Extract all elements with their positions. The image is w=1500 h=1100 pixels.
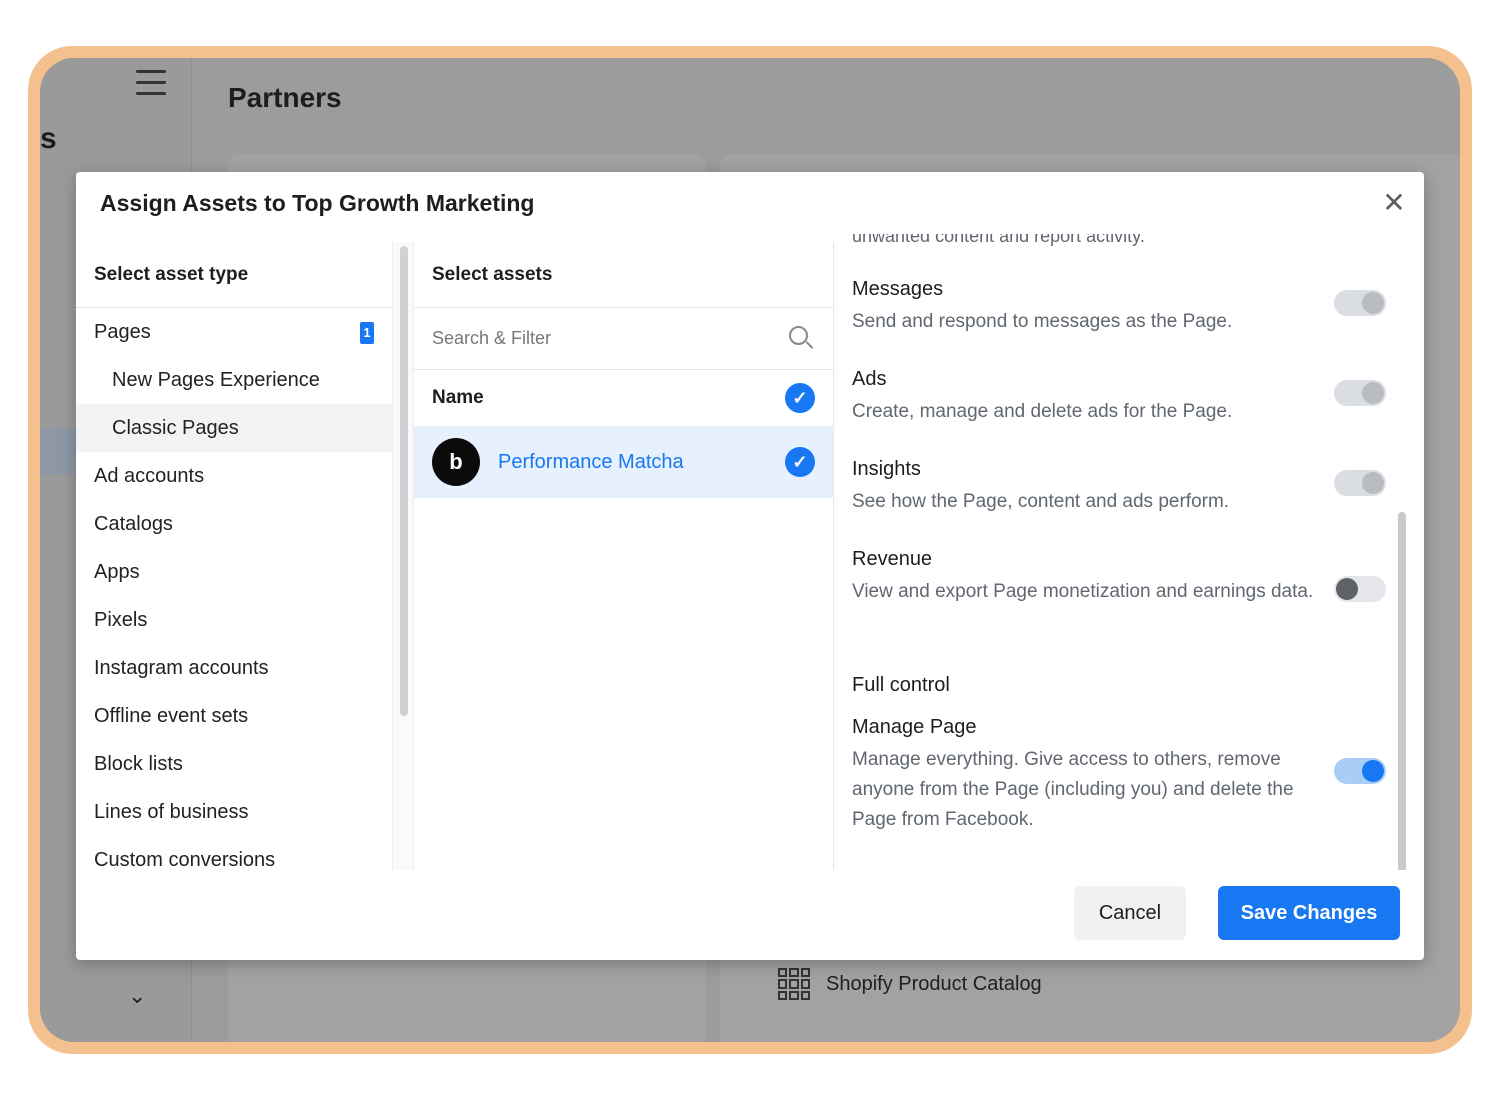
cut-off-description: unwanted content and report activity. [852, 234, 1145, 246]
dialog-footer: Cancel Save Changes [76, 870, 1424, 960]
asset-type-label: Pages [94, 320, 151, 343]
permission-title: Revenue [852, 548, 933, 570]
asset-type-header: Select asset type [76, 242, 392, 308]
asset-type-offline-event-sets[interactable]: Offline event sets [76, 692, 392, 740]
asset-type-scrollbar[interactable] [392, 242, 414, 870]
permissions-scrollbar[interactable] [1398, 512, 1406, 870]
chevron-down-icon[interactable]: ⌄ [128, 983, 146, 1009]
search-icon[interactable] [789, 325, 815, 352]
asset-type-label: Custom conversions [94, 848, 276, 871]
asset-type-label: Pixels [94, 608, 148, 631]
hamburger-menu-icon[interactable] [136, 70, 166, 96]
name-header-label: Name [432, 387, 484, 408]
close-icon[interactable]: ✕ [1380, 189, 1408, 218]
asset-type-new-pages-experience[interactable]: New Pages Experience [76, 356, 392, 404]
name-column-header: Name ✓ [414, 370, 833, 426]
full-control-section-label: Full control [852, 674, 950, 696]
catalog-name: Shopify Product Catalog [826, 972, 1042, 995]
scrollbar-thumb[interactable] [400, 246, 408, 716]
permission-description: Manage everything. Give access to others… [852, 749, 1294, 830]
asset-type-lines-of-business[interactable]: Lines of business [76, 788, 392, 836]
assign-assets-dialog: Assign Assets to Top Growth Marketing ✕ … [76, 172, 1424, 960]
dialog-title: Assign Assets to Top Growth Marketing [100, 190, 535, 216]
revenue-toggle[interactable] [1334, 576, 1386, 602]
permission-title: Ads [852, 368, 887, 390]
manage-page-toggle[interactable] [1334, 758, 1386, 784]
page-avatar: b [432, 438, 480, 486]
page-title: Partners [228, 82, 342, 113]
asset-type-classic-pages[interactable]: Classic Pages [76, 404, 392, 452]
search-filter-row [414, 308, 833, 370]
asset-type-catalogs[interactable]: Catalogs [76, 500, 392, 548]
asset-row[interactable]: b Performance Matcha ✓ [414, 426, 833, 498]
asset-type-label: Catalogs [94, 512, 173, 535]
permission-description: Create, manage and delete ads for the Pa… [852, 401, 1233, 422]
cancel-button[interactable]: Cancel [1074, 886, 1186, 940]
screenshot-frame: s ⌄ Partners Shopify Product Catalog Ass… [28, 46, 1472, 1054]
messages-toggle[interactable] [1334, 290, 1386, 316]
asset-type-label: Classic Pages [112, 416, 239, 439]
asset-type-block-lists[interactable]: Block lists [76, 740, 392, 788]
asset-checkbox[interactable]: ✓ [785, 447, 815, 477]
asset-type-label: Lines of business [94, 800, 249, 823]
asset-name: Performance Matcha [498, 450, 684, 473]
asset-type-pages[interactable]: Pages 1 [76, 308, 392, 356]
asset-type-label: Offline event sets [94, 704, 249, 727]
catalog-grid-icon [778, 968, 810, 1000]
save-changes-button[interactable]: Save Changes [1218, 886, 1400, 940]
permission-title: Insights [852, 458, 921, 480]
permissions-column: unwanted content and report activity. Me… [834, 234, 1408, 870]
permission-description: See how the Page, content and ads perfor… [852, 491, 1230, 512]
ads-toggle[interactable] [1334, 380, 1386, 406]
asset-type-ad-accounts[interactable]: Ad accounts [76, 452, 392, 500]
asset-type-label: Block lists [94, 752, 183, 775]
asset-type-label: Ad accounts [94, 464, 205, 487]
sidebar-cut-text: s [40, 122, 57, 155]
sidebar-selected-band [40, 428, 80, 474]
permission-revenue: Revenue View and export Page monetizatio… [852, 548, 1392, 607]
permission-messages: Messages Send and respond to messages as… [852, 278, 1392, 337]
asset-type-label: Apps [94, 560, 140, 583]
permission-description: Send and respond to messages as the Page… [852, 311, 1233, 332]
app-screen: s ⌄ Partners Shopify Product Catalog Ass… [40, 58, 1460, 1042]
permission-description: View and export Page monetization and ea… [852, 581, 1314, 602]
permission-manage-page: Manage Page Manage everything. Give acce… [852, 716, 1392, 835]
count-badge: 1 [360, 322, 374, 344]
catalog-list-item[interactable]: Shopify Product Catalog [778, 968, 1042, 1000]
insights-toggle[interactable] [1334, 470, 1386, 496]
select-assets-column: Select assets Name ✓ b Performance Match… [414, 242, 834, 870]
search-input[interactable] [432, 328, 752, 349]
asset-type-label: Instagram accounts [94, 656, 269, 679]
permission-insights: Insights See how the Page, content and a… [852, 458, 1392, 517]
permission-ads: Ads Create, manage and delete ads for th… [852, 368, 1392, 427]
asset-type-pixels[interactable]: Pixels [76, 596, 392, 644]
select-assets-header: Select assets [414, 242, 833, 308]
select-all-checkbox[interactable]: ✓ [785, 383, 815, 413]
permission-title: Messages [852, 278, 944, 300]
asset-type-column: Select asset type Pages 1 New Pages Expe… [76, 242, 392, 870]
permission-title: Manage Page [852, 716, 977, 738]
asset-type-custom-conversions[interactable]: Custom conversions [76, 836, 392, 871]
asset-type-label: New Pages Experience [112, 368, 320, 391]
asset-type-instagram-accounts[interactable]: Instagram accounts [76, 644, 392, 692]
asset-type-apps[interactable]: Apps [76, 548, 392, 596]
